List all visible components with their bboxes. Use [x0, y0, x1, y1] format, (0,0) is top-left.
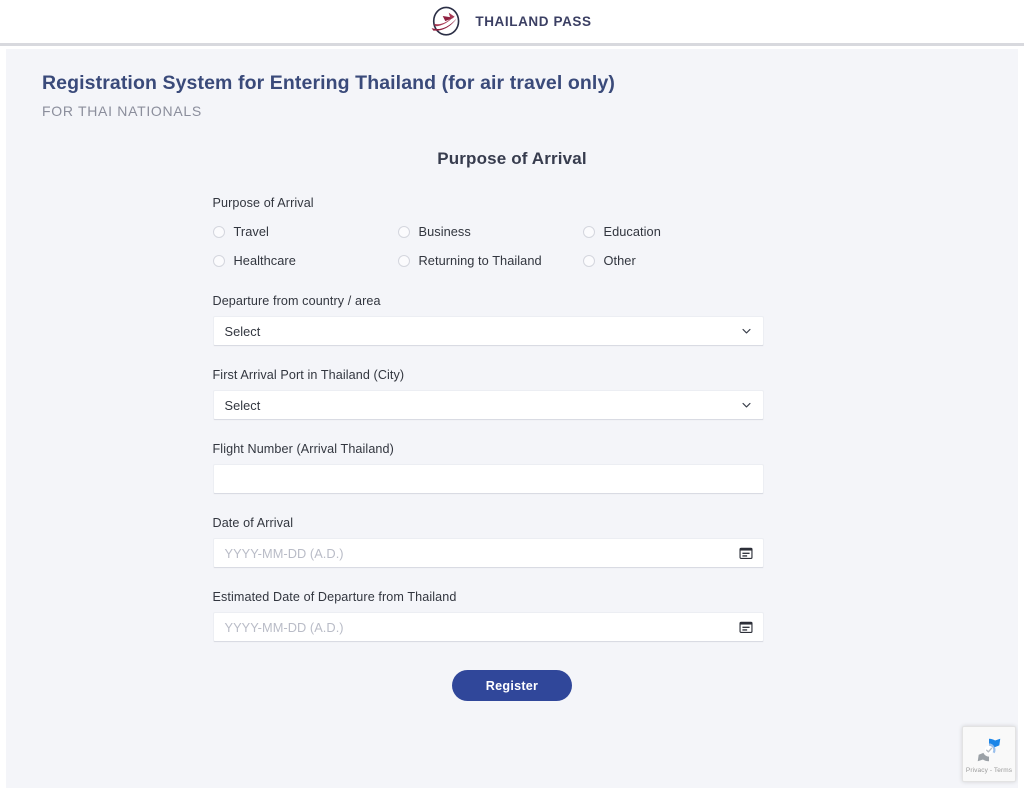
- departure-country-field: Departure from country / area Select: [212, 294, 764, 347]
- radio-option-returning-to-thailand[interactable]: Returning to Thailand: [397, 253, 583, 269]
- radio-option-label: Returning to Thailand: [418, 253, 542, 269]
- calendar-icon[interactable]: [738, 620, 753, 634]
- recaptcha-logo: [977, 738, 1001, 761]
- arrival-port-field: First Arrival Port in Thailand (City) Se…: [212, 368, 764, 421]
- chevron-down-icon: [741, 403, 751, 408]
- radio-option-label: Other: [603, 253, 636, 269]
- date-of-departure-placeholder: YYYY-MM-DD (A.D.): [224, 619, 344, 635]
- date-of-arrival-field: Date of Arrival YYYY-MM-DD (A.D.): [212, 516, 764, 569]
- purpose-of-arrival-radio-group[interactable]: Travel Business Education Healthcare Ret…: [212, 224, 764, 269]
- flight-number-label: Flight Number (Arrival Thailand): [212, 442, 394, 457]
- radio-button-icon[interactable]: [397, 225, 410, 238]
- radio-option-travel[interactable]: Travel: [212, 224, 398, 240]
- radio-button-icon[interactable]: [212, 254, 225, 267]
- page-title: Registration System for Entering Thailan…: [42, 72, 615, 94]
- arrival-port-select[interactable]: Select: [212, 390, 764, 421]
- thailand-pass-globe-bird-logo: [431, 6, 460, 36]
- brand-logo[interactable]: THAILAND PASS: [428, 4, 591, 40]
- arrival-port-value: Select: [224, 397, 261, 413]
- section-title: Purpose of Arrival: [437, 149, 587, 169]
- purpose-of-arrival-label: Purpose of Arrival: [212, 196, 314, 211]
- chevron-down-icon: [741, 329, 751, 334]
- flight-number-field: Flight Number (Arrival Thailand): [212, 442, 764, 495]
- radio-button-icon[interactable]: [397, 254, 410, 267]
- recaptcha-privacy-terms[interactable]: Privacy - Terms: [966, 767, 1012, 774]
- radio-option-label: Healthcare: [233, 253, 296, 269]
- register-button[interactable]: Register: [452, 670, 572, 702]
- departure-country-label: Departure from country / area: [212, 294, 381, 309]
- date-of-departure-input[interactable]: YYYY-MM-DD (A.D.): [212, 612, 764, 643]
- date-of-arrival-placeholder: YYYY-MM-DD (A.D.): [224, 545, 344, 561]
- departure-country-value: Select: [224, 323, 261, 339]
- radio-button-icon[interactable]: [582, 254, 595, 267]
- radio-button-icon[interactable]: [582, 225, 595, 238]
- radio-option-label: Business: [418, 224, 471, 240]
- radio-option-education[interactable]: Education: [582, 224, 764, 240]
- date-of-departure-field: Estimated Date of Departure from Thailan…: [212, 590, 764, 643]
- page-subtitle: FOR THAI NATIONALS: [42, 103, 202, 120]
- submit-row: Register: [237, 670, 788, 702]
- radio-option-label: Education: [603, 224, 661, 240]
- recaptcha-badge[interactable]: Privacy - Terms: [962, 726, 1016, 782]
- calendar-icon[interactable]: [738, 546, 753, 560]
- flight-number-input[interactable]: [212, 464, 764, 495]
- page-heading-block: Registration System for Entering Thailan…: [6, 49, 1018, 119]
- page-body: Registration System for Entering Thailan…: [6, 49, 1018, 788]
- radio-button-icon[interactable]: [212, 225, 225, 238]
- radio-option-label: Travel: [233, 224, 269, 240]
- registration-form: Purpose of Arrival Travel Business Educa…: [212, 196, 764, 702]
- radio-option-other[interactable]: Other: [582, 253, 764, 269]
- arrival-port-label: First Arrival Port in Thailand (City): [212, 368, 405, 383]
- site-header: THAILAND PASS: [0, 0, 1024, 46]
- date-of-departure-label: Estimated Date of Departure from Thailan…: [212, 590, 457, 605]
- brand-name: THAILAND PASS: [475, 14, 592, 29]
- date-of-arrival-input[interactable]: YYYY-MM-DD (A.D.): [212, 538, 764, 569]
- radio-option-healthcare[interactable]: Healthcare: [212, 253, 398, 269]
- app-screen: THAILAND PASS Registration System for En…: [0, 0, 1024, 788]
- radio-option-business[interactable]: Business: [397, 224, 583, 240]
- date-of-arrival-label: Date of Arrival: [212, 516, 294, 531]
- departure-country-select[interactable]: Select: [212, 316, 764, 347]
